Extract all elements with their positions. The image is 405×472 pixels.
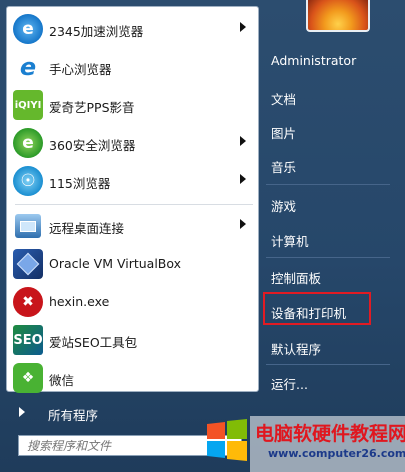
divider xyxy=(266,364,390,365)
submenu-arrow-icon xyxy=(240,219,246,229)
right-item-default-programs[interactable]: 默认程序 xyxy=(271,339,321,358)
submenu-arrow-icon xyxy=(240,136,246,146)
submenu-arrow-icon xyxy=(240,22,246,32)
right-item-games[interactable]: 游戏 xyxy=(271,196,296,215)
wechat-icon: ❖ xyxy=(13,363,43,393)
program-item-iqiyi[interactable]: iQIYI 爱奇艺PPS影音 xyxy=(7,87,260,123)
right-item-computer[interactable]: 计算机 xyxy=(271,231,309,250)
submenu-arrow-icon xyxy=(240,174,246,184)
program-item-hexin[interactable]: ✖ hexin.exe xyxy=(7,284,260,320)
divider xyxy=(266,184,390,185)
program-item-remote-desktop[interactable]: 远程桌面连接 xyxy=(7,208,260,244)
hexin-icon: ✖ xyxy=(13,287,43,317)
program-item-115[interactable]: ☉ 115浏览器 xyxy=(7,163,260,199)
program-item-aizhan-seo[interactable]: SEO 爱站SEO工具包 xyxy=(7,322,260,358)
all-programs-arrow-icon xyxy=(19,407,25,417)
program-item-2345[interactable]: e 2345加速浏览器 xyxy=(7,11,260,47)
divider xyxy=(15,204,253,205)
shouxin-browser-icon: e xyxy=(13,52,43,82)
aizhan-seo-icon: SEO xyxy=(13,325,43,355)
2345-browser-icon: e xyxy=(13,14,43,44)
program-item-shouxin[interactable]: e 手心浏览器 xyxy=(7,49,260,85)
program-item-360[interactable]: e 360安全浏览器 xyxy=(7,125,260,161)
start-menu: e 2345加速浏览器 e 手心浏览器 iQIYI 爱奇艺PPS影音 e 360… xyxy=(0,0,405,472)
iqiyi-pps-icon: iQIYI xyxy=(13,90,43,120)
watermark-url: www.computer26.com xyxy=(268,447,405,460)
right-item-control-panel[interactable]: 控制面板 xyxy=(271,268,321,287)
right-item-music[interactable]: 音乐 xyxy=(271,157,296,176)
program-item-virtualbox[interactable]: Oracle VM VirtualBox xyxy=(7,246,260,282)
remote-desktop-icon xyxy=(15,214,41,238)
divider xyxy=(266,257,390,258)
windows-logo-icon xyxy=(207,419,247,461)
360-browser-icon: e xyxy=(13,128,43,158)
watermark-text: 电脑软硬件教程网 xyxy=(255,423,405,445)
programs-pane: e 2345加速浏览器 e 手心浏览器 iQIYI 爱奇艺PPS影音 e 360… xyxy=(6,6,260,393)
virtualbox-icon xyxy=(13,249,43,279)
right-item-documents[interactable]: 文档 xyxy=(271,89,296,108)
program-item-wechat[interactable]: ❖ 微信 xyxy=(7,360,260,396)
right-item-pictures[interactable]: 图片 xyxy=(271,123,296,142)
right-item-administrator[interactable]: Administrator xyxy=(271,53,356,68)
user-avatar[interactable] xyxy=(306,0,370,32)
right-item-run[interactable]: 运行... xyxy=(271,374,308,393)
115-browser-icon: ☉ xyxy=(13,166,43,196)
highlight-box xyxy=(263,292,371,325)
